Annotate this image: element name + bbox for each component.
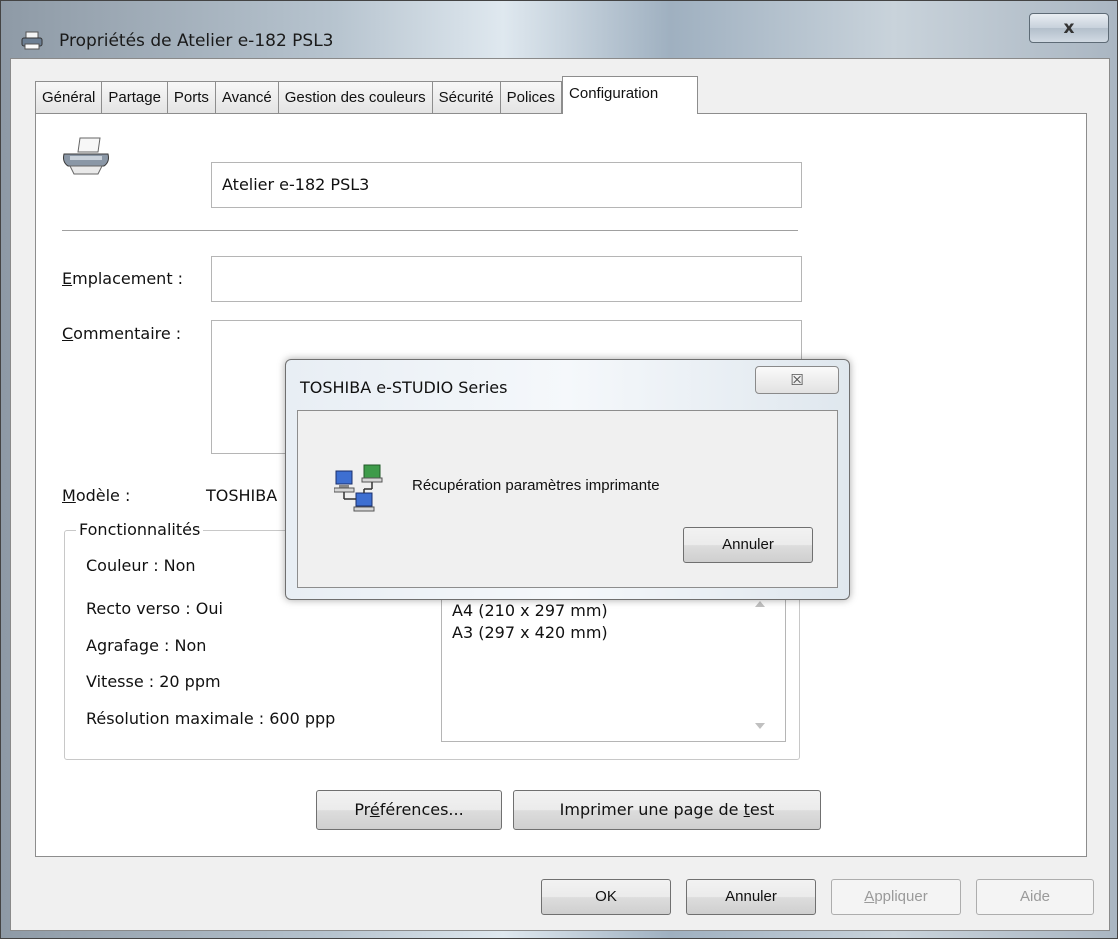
scroll-down-icon[interactable] <box>755 723 765 729</box>
tab-general[interactable]: Général <box>35 81 103 113</box>
preferences-accesskey: é <box>369 800 380 819</box>
features-title: Fonctionnalités <box>76 520 204 539</box>
feature-color: Couleur : Non <box>86 556 196 575</box>
apply-accesskey: A <box>864 888 875 905</box>
divider <box>62 230 798 231</box>
feature-stapling: Agrafage : Non <box>86 636 207 655</box>
dialog-cancel-button[interactable]: Annuler <box>683 527 813 563</box>
dialog-message: Récupération paramètres imprimante <box>412 477 660 494</box>
testpage-label-a: Imprimer une page de <box>559 800 744 819</box>
printer-icon <box>21 31 43 50</box>
network-computers-icon <box>334 464 383 512</box>
title-bar[interactable]: Propriétés de Atelier e-182 PSL3 x <box>1 1 1117 57</box>
window-title: Propriétés de Atelier e-182 PSL3 <box>59 31 334 51</box>
tab-configuration[interactable]: Configuration <box>562 76 699 114</box>
feature-resolution: Résolution maximale : 600 ppp <box>86 709 336 728</box>
help-button[interactable]: Aide <box>976 879 1094 915</box>
comment-label-accesskey: C <box>62 324 74 343</box>
tab-ports[interactable]: Ports <box>167 81 216 113</box>
apply-button[interactable]: Appliquer <box>831 879 961 915</box>
tab-advanced[interactable]: Avancé <box>215 81 279 113</box>
scroll-up-icon[interactable] <box>755 601 765 607</box>
dialog-body: Récupération paramètres imprimante Annul… <box>297 410 838 588</box>
preferences-label-a: Pr <box>354 800 370 819</box>
model-value: TOSHIBA <box>206 486 278 505</box>
tab-security[interactable]: Sécurité <box>432 81 501 113</box>
model-label-text: odèle : <box>75 486 131 505</box>
location-label-accesskey: E <box>62 269 73 288</box>
preferences-label-b: férences... <box>379 800 464 819</box>
model-label-accesskey: M <box>62 486 76 505</box>
retrieving-settings-dialog: TOSHIBA e-STUDIO Series ☒ Récupération p… <box>285 359 850 600</box>
model-label: Modèle : <box>62 486 130 505</box>
print-test-page-button[interactable]: Imprimer une page de test <box>513 790 821 830</box>
tab-sharing[interactable]: Partage <box>102 81 168 113</box>
comment-label: Commentaire : <box>62 324 181 343</box>
dialog-close-button[interactable]: ☒ <box>755 366 839 394</box>
list-item[interactable]: A3 (297 x 420 mm) <box>452 623 608 642</box>
tab-color-management[interactable]: Gestion des couleurs <box>278 81 433 113</box>
location-input[interactable] <box>211 256 802 302</box>
feature-speed: Vitesse : 20 ppm <box>86 672 221 691</box>
tab-strip: Général Partage Ports Avancé Gestion des… <box>35 76 699 114</box>
printer-icon <box>63 137 109 175</box>
location-label: Emplacement : <box>62 269 183 288</box>
tab-fonts[interactable]: Polices <box>500 81 563 113</box>
preferences-button[interactable]: Préférences... <box>316 790 502 830</box>
comment-label-text: ommentaire : <box>73 324 182 343</box>
ok-button[interactable]: OK <box>541 879 671 915</box>
dialog-title: TOSHIBA e-STUDIO Series <box>300 378 508 397</box>
cancel-button[interactable]: Annuler <box>686 879 816 915</box>
testpage-label-b: est <box>749 800 775 819</box>
close-button[interactable]: x <box>1029 13 1109 43</box>
printer-name-field[interactable]: Atelier e-182 PSL3 <box>211 162 802 208</box>
location-label-text: mplacement : <box>72 269 184 288</box>
feature-duplex: Recto verso : Oui <box>86 599 223 618</box>
list-item[interactable]: A4 (210 x 297 mm) <box>452 601 608 620</box>
apply-label: ppliquer <box>874 888 928 905</box>
paper-size-list[interactable]: A4 (210 x 297 mm) A3 (297 x 420 mm) <box>441 584 786 742</box>
